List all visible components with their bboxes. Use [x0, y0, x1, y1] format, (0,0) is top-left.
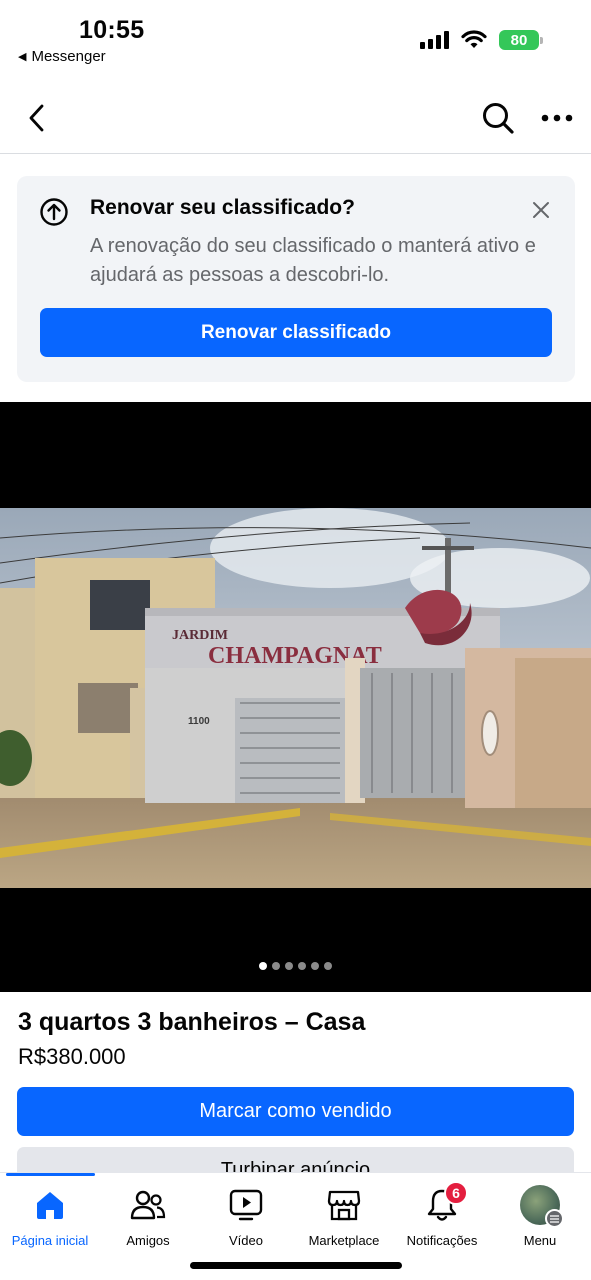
tab-home[interactable]: Página inicial: [0, 1185, 100, 1248]
tab-notifications[interactable]: 6 Notificações: [392, 1181, 492, 1248]
listing-photo: JARDIM CHAMPAGNAT 1100: [0, 508, 591, 888]
friends-icon: [130, 1190, 166, 1220]
tab-menu-label: Menu: [523, 1233, 557, 1248]
status-time: 10:55: [79, 16, 145, 44]
tab-video[interactable]: Vídeo: [196, 1185, 296, 1248]
more-options-button[interactable]: [537, 102, 577, 134]
menu-hamburger-icon: [545, 1209, 564, 1228]
notification-badge: 6: [444, 1181, 468, 1205]
tab-friends-label: Amigos: [126, 1233, 170, 1248]
tab-video-label: Vídeo: [229, 1233, 263, 1248]
close-icon: [533, 202, 549, 218]
home-indicator: [190, 1262, 402, 1269]
home-icon: [37, 1192, 63, 1219]
back-triangle-icon: ◀: [18, 51, 27, 63]
renew-title: Renovar seu classificado?: [90, 196, 355, 219]
carousel-dots: [0, 962, 591, 970]
tab-friends[interactable]: Amigos: [98, 1185, 198, 1248]
listing-title: 3 quartos 3 banheiros – Casa: [18, 1008, 366, 1036]
sign-jardim: JARDIM: [172, 628, 228, 643]
search-icon: [483, 103, 514, 134]
battery-icon: 80: [499, 30, 543, 50]
status-icons: 80: [420, 30, 543, 50]
video-icon: [229, 1189, 263, 1221]
listing-price: R$380.000: [18, 1044, 126, 1069]
tab-marketplace-label: Marketplace: [308, 1233, 380, 1248]
cellular-signal-icon: [420, 31, 449, 49]
carousel-dot[interactable]: [285, 962, 293, 970]
avatar: [520, 1185, 564, 1228]
arrow-up-circle-icon: [40, 198, 68, 226]
renew-description: A renovação do seu classificado o manter…: [90, 235, 536, 286]
marketplace-icon: [327, 1190, 361, 1221]
close-renew-button[interactable]: [527, 196, 555, 224]
mark-as-sold-button[interactable]: Marcar como vendido: [17, 1087, 574, 1136]
listing-photo-carousel[interactable]: JARDIM CHAMPAGNAT 1100: [0, 402, 591, 992]
battery-level: 80: [499, 30, 539, 50]
carousel-dot[interactable]: [259, 962, 267, 970]
back-button[interactable]: [20, 100, 52, 136]
carousel-dot[interactable]: [324, 962, 332, 970]
house-number: 1100: [188, 716, 210, 727]
tab-marketplace[interactable]: Marketplace: [294, 1185, 394, 1248]
back-to-messenger-link[interactable]: ◀ Messenger: [18, 48, 106, 65]
tab-notifications-label: Notificações: [406, 1233, 478, 1248]
status-bar: 10:55 ◀ Messenger 80: [0, 0, 591, 76]
carousel-dot[interactable]: [272, 962, 280, 970]
more-horizontal-icon: [541, 114, 573, 122]
active-tab-indicator: [6, 1173, 95, 1176]
renew-listing-button[interactable]: Renovar classificado: [40, 308, 552, 357]
carousel-dot[interactable]: [298, 962, 306, 970]
carousel-dot[interactable]: [311, 962, 319, 970]
renew-listing-card: Renovar seu classificado? A renovação do…: [17, 176, 575, 382]
back-app-label: Messenger: [31, 48, 106, 65]
tab-home-label: Página inicial: [11, 1233, 89, 1248]
top-nav: [0, 84, 591, 154]
search-button[interactable]: [478, 98, 518, 138]
tab-menu[interactable]: Menu: [490, 1185, 590, 1248]
chevron-left-icon: [29, 104, 44, 132]
wifi-icon: [461, 30, 487, 48]
